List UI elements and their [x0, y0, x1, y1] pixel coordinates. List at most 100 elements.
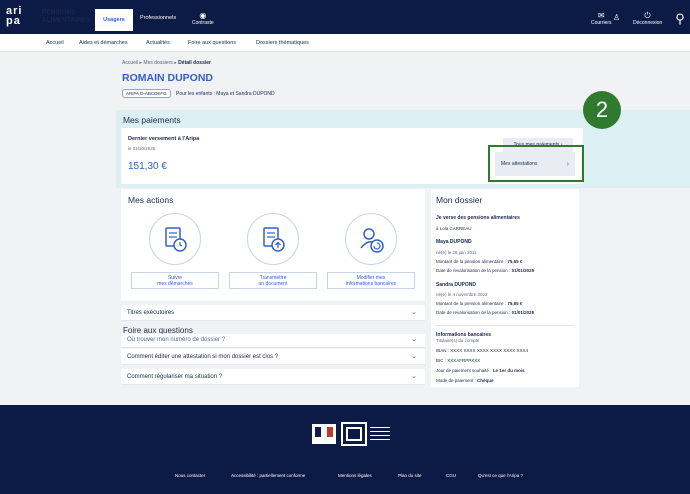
chevron-down-icon: ⌄ — [411, 309, 417, 316]
payment-mode-value: Chèque — [477, 378, 494, 383]
breadcrumb: Accueil ▸ Mes dossiers ▸ Détail dossier — [122, 60, 211, 66]
payment-mode: Mode de paiement : Chèque — [436, 378, 494, 383]
footer-link-sitemap[interactable]: Plan du site — [398, 473, 422, 478]
child-1-amount-label: Montant de la pension alimentaire : — [436, 259, 507, 264]
step-badge: 2 — [583, 91, 621, 129]
user-refresh-icon — [360, 228, 384, 253]
child-1-amount-value: 75,65 € — [507, 259, 523, 264]
child-1-name: Maya DUPOND — [436, 239, 472, 245]
child-1-reval-value: 01/01/2025 — [511, 268, 535, 273]
tab-usagers[interactable]: Usagers — [95, 9, 133, 31]
search-button[interactable]: ⚲ — [670, 9, 690, 31]
aripa-logo[interactable]: ari pa — [6, 6, 34, 28]
chevron-down-icon: ⌄ — [411, 336, 417, 343]
document-upload-icon — [263, 227, 285, 252]
faq-item-3[interactable]: Comment régulariser ma situation ? ⌄ — [121, 369, 425, 385]
child-2-name: Sandra DUPOND — [436, 282, 477, 288]
document-clock-icon — [165, 227, 187, 252]
child-2-birth: né(e) le 4 novembre 2022 — [436, 292, 488, 297]
child-1-birth: né(e) le 26 juin 2011 — [436, 250, 477, 255]
payment-mode-label: Mode de paiement : — [436, 378, 476, 383]
divider — [436, 325, 574, 326]
eye-icon: ◉ — [199, 11, 207, 20]
nav-accueil[interactable]: Accueil — [46, 40, 64, 46]
secu-logo — [341, 422, 367, 446]
child-2-amount-value: 75,65 € — [507, 301, 523, 306]
brand-title: PENSIONS ALIMENTAIRES — [42, 9, 90, 25]
footer-link-accessibility[interactable]: Accessibilité : partiellement conforme — [231, 473, 305, 478]
child-2-amount-label: Montant de la pension alimentaire : — [436, 301, 507, 306]
track-requests-circle[interactable] — [149, 213, 201, 265]
payment-day-label: Jour de paiement souhaité : — [436, 368, 492, 373]
faq-question-2: Comment éditer une attestation si mon do… — [127, 354, 279, 360]
payments-title: Mes paiements — [123, 115, 181, 125]
chevron-down-icon: ⌄ — [411, 353, 417, 360]
highlight-box — [488, 145, 584, 182]
child-1-revaluation: Date de revalorisation de la pension : 0… — [436, 268, 534, 273]
footer-link-cgu[interactable]: CGU — [446, 473, 456, 478]
dossier-role: Je verse des pensions alimentaires — [436, 215, 520, 221]
child-1-reval-label: Date de revalorisation de la pension : — [436, 268, 511, 273]
brand-line-1: PENSIONS — [42, 9, 76, 16]
chevron-down-icon: ⌄ — [411, 373, 417, 380]
logout-button[interactable]: ⏻ Déconnexion — [633, 11, 662, 26]
contrast-toggle[interactable]: ◉ Contraste — [192, 11, 214, 27]
republique-francaise-logo — [312, 424, 336, 444]
accordion-titres-label: Titres exécutoires — [127, 310, 175, 316]
child-2-reval-label: Date de revalorisation de la pension : — [436, 310, 511, 315]
send-document-circle[interactable] — [247, 213, 299, 265]
breadcrumb-home[interactable]: Accueil — [122, 60, 138, 66]
courriers-label: Courriers — [591, 20, 612, 26]
nav-faq[interactable]: Foire aux questions — [188, 40, 236, 46]
contrast-label: Contraste — [192, 20, 214, 26]
children-info: Pour les enfants : Maya et Sandra DUPOND — [176, 91, 275, 97]
payment-day: Jour de paiement souhaité : Le 1er du mo… — [436, 368, 525, 373]
brand-line-2: ALIMENTAIRES — [42, 17, 91, 24]
edit-bank-info-circle[interactable] — [345, 213, 397, 265]
tab-professionnels[interactable]: Professionnels — [140, 15, 176, 21]
edit-bank-info-label-2: informations bancaires — [345, 281, 397, 287]
breadcrumb-dossiers[interactable]: Mes dossiers — [143, 60, 172, 66]
child-2-reval-value: 01/01/2025 — [511, 310, 535, 315]
logout-label: Déconnexion — [633, 20, 663, 26]
track-requests-button[interactable]: Suivre mes démarches — [131, 272, 219, 289]
dossier-id-badge: ARIPA D-ABCDEFG — [122, 89, 171, 98]
actions-title: Mes actions — [128, 195, 174, 205]
footer-link-about[interactable]: Qu'est ce que l'Aripa ? — [478, 473, 523, 478]
mail-icon: ✉ — [597, 11, 605, 20]
search-icon: ⚲ — [675, 11, 685, 26]
account-holder: Titulaire(s) du compte — [436, 338, 480, 343]
last-payment-date: le 01/10/2025 — [128, 146, 156, 151]
power-icon: ⏻ — [644, 11, 651, 20]
faq-item-2[interactable]: Comment éditer une attestation si mon do… — [121, 349, 425, 365]
send-document-button[interactable]: Transmettre un document — [229, 272, 317, 289]
child-1-amount: Montant de la pension alimentaire : 75,6… — [436, 259, 522, 264]
last-payment-amount: 151,30 € — [128, 161, 167, 172]
send-document-label-2: un document — [258, 281, 288, 287]
footer-link-legal[interactable]: Mentions légales — [338, 473, 372, 478]
courriers-button[interactable]: ✉ Courriers — [591, 11, 612, 26]
bic: BIC : XXXAFRPPXXX — [436, 358, 481, 363]
dossier-title: Mon dossier — [436, 195, 483, 205]
user-icon-button[interactable]: ♙ — [613, 13, 620, 22]
faq-item-1[interactable]: Où trouver mon numéro de dossier ? ⌄ — [121, 334, 425, 348]
nav-dossiers-thematiques[interactable]: Dossiers thématiques — [256, 40, 309, 46]
last-payment-label: Dernier versement à l'Aripa — [128, 136, 200, 142]
breadcrumb-current: Détail dossier — [178, 60, 211, 66]
track-requests-label-2: mes démarches — [157, 281, 193, 287]
faq-question-3: Comment régulariser ma situation ? — [127, 374, 223, 380]
footer-link-contact[interactable]: Nous contacter — [175, 473, 205, 478]
child-2-amount: Montant de la pension alimentaire : 75,6… — [436, 301, 522, 306]
child-2-revaluation: Date de revalorisation de la pension : 0… — [436, 310, 534, 315]
caf-msa-logo-text — [370, 424, 390, 444]
accordion-titres-executoires[interactable]: Titres exécutoires ⌄ — [121, 305, 425, 321]
payment-day-value: Le 1er du mois — [492, 368, 525, 373]
nav-aides[interactable]: Aides et démarches — [79, 40, 128, 46]
footer — [0, 405, 690, 494]
edit-bank-info-button[interactable]: Modifier mes informations bancaires — [327, 272, 415, 289]
nav-actualites[interactable]: Actualités — [146, 40, 170, 46]
faq-question-1: Où trouver mon numéro de dossier ? — [127, 337, 226, 343]
page-title: ROMAIN DUPOND — [122, 72, 213, 84]
user-icon: ♙ — [613, 13, 621, 22]
sub-navigation: Accueil Aides et démarches Actualités Fo… — [0, 34, 690, 52]
